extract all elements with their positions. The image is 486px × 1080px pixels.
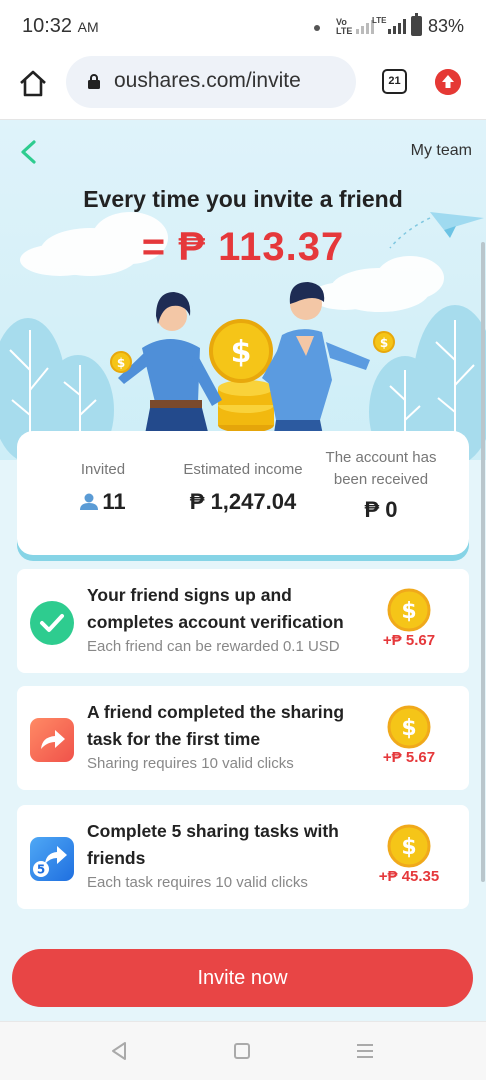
share-five-icon: 5 [30, 837, 74, 881]
battery-percentage: 83% [428, 16, 465, 36]
invite-reward-amount: = ₱ 113.37 [141, 225, 345, 269]
stat-received-label: The account has been received [325, 449, 437, 488]
task-title: A friend completed the sharing task for … [87, 702, 345, 749]
task-card[interactable]: 5 Complete 5 sharing tasks with friends … [17, 805, 469, 909]
coin-icon: $ [387, 588, 431, 632]
task-reward: +₱ 5.67 [382, 749, 436, 766]
task-subtitle: Each task requires 10 valid clicks [87, 874, 308, 891]
user-icon [80, 493, 99, 510]
task-card[interactable]: A friend completed the sharing task for … [17, 686, 469, 790]
share-icon [30, 718, 74, 762]
signal-icon-sim2 [388, 18, 406, 34]
hero-illustration: $ $ $ [0, 212, 486, 460]
invite-headline: Every time you invite a friend [83, 186, 403, 212]
stat-invited-value: 11 [102, 489, 126, 514]
stat-estimated-income: Estimated income ₱ 1,247.04 [173, 459, 313, 515]
lock-icon [88, 74, 100, 89]
stat-invited-label: Invited [80, 461, 126, 478]
network-type: LTE [372, 16, 387, 25]
status-bar: 10:32 AM Vo LTE LTE 83% [0, 0, 486, 56]
task-card[interactable]: Your friend signs up and completes accou… [17, 569, 469, 673]
task-reward: +₱ 45.35 [378, 868, 440, 885]
nav-menu-icon[interactable] [356, 1042, 374, 1060]
svg-text:$: $ [117, 356, 125, 370]
my-team-link[interactable]: My team [411, 142, 472, 160]
stat-received: The account has been received ₱ 0 [319, 447, 443, 523]
task-reward: +₱ 5.67 [382, 632, 436, 649]
svg-text:$: $ [401, 835, 416, 860]
svg-text:$: $ [231, 335, 252, 370]
system-nav-bar [0, 1021, 486, 1080]
coin-icon: $ [387, 705, 431, 749]
scrollbar[interactable] [481, 242, 485, 882]
stat-invited: Invited 11 [55, 459, 151, 515]
stat-income-label: Estimated income [183, 461, 303, 478]
task-subtitle: Each friend can be rewarded 0.1 USD [87, 638, 340, 655]
notification-dot-icon [314, 25, 320, 31]
invite-page: $ $ $ My team Every time you invite a fr… [0, 120, 486, 1021]
coin-icon: $ [387, 824, 431, 868]
stat-income-value: ₱ 1,247.04 [189, 489, 297, 514]
stat-invited-value-row: 11 [55, 489, 151, 515]
stat-received-value: ₱ 0 [364, 497, 398, 522]
status-time: 10:32 AM [22, 15, 99, 37]
back-arrow-icon[interactable] [16, 138, 40, 166]
address-bar[interactable]: oushares.com/invite [66, 56, 356, 108]
browser-toolbar: oushares.com/invite 21 [0, 56, 486, 120]
stats-card: Invited 11 Estimated income ₱ 1,247.04 T… [17, 431, 469, 555]
task-subtitle: Sharing requires 10 valid clicks [87, 755, 294, 772]
battery-icon [411, 13, 422, 36]
svg-text:$: $ [401, 599, 416, 624]
volte-icon: Vo LTE [336, 17, 353, 36]
tab-switcher-button[interactable]: 21 [382, 69, 407, 94]
invite-now-button[interactable]: Invite now [12, 949, 473, 1007]
task-title: Your friend signs up and completes accou… [87, 585, 344, 632]
svg-text:5: 5 [37, 863, 45, 877]
nav-back-icon[interactable] [110, 1041, 128, 1061]
url-text: oushares.com/invite [114, 69, 301, 92]
check-icon [30, 601, 74, 645]
upload-icon[interactable] [435, 69, 461, 95]
svg-text:$: $ [380, 336, 388, 350]
home-icon[interactable] [18, 68, 48, 98]
nav-home-icon[interactable] [234, 1043, 250, 1059]
svg-text:$: $ [401, 716, 416, 741]
hero-banner: $ $ $ My team Every time you invite a fr… [0, 120, 486, 460]
task-title: Complete 5 sharing tasks with friends [87, 821, 339, 868]
